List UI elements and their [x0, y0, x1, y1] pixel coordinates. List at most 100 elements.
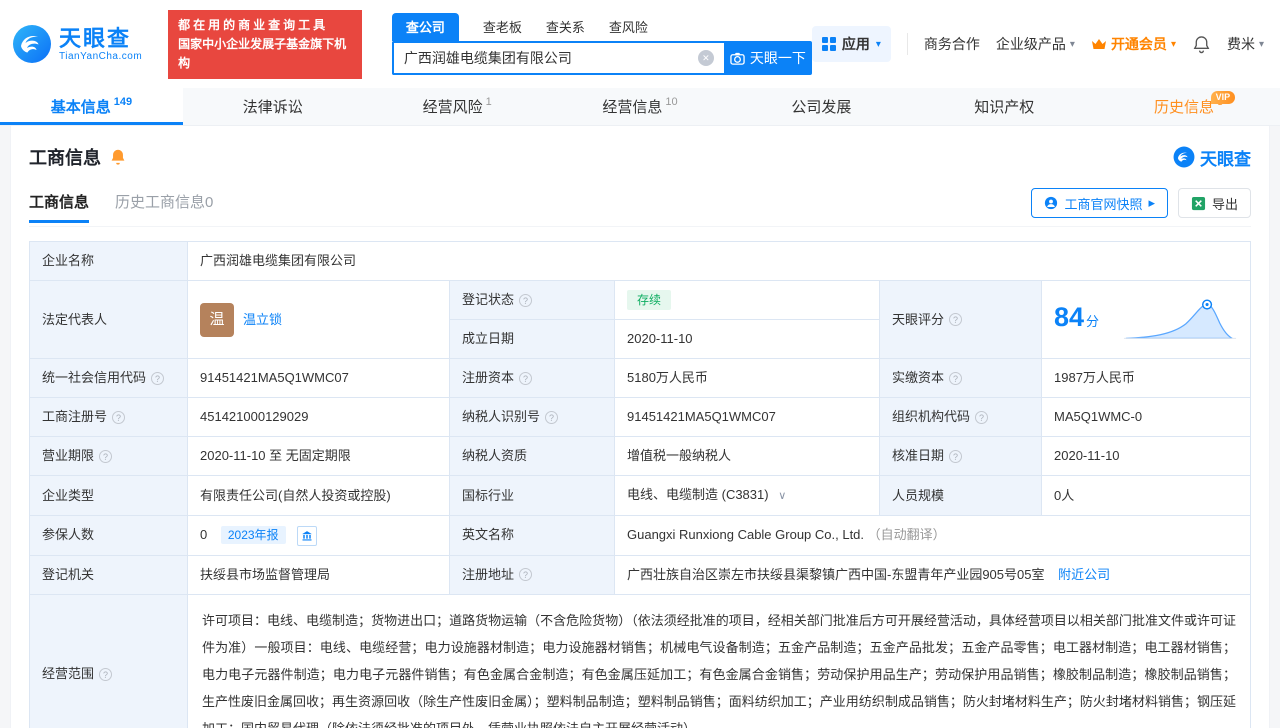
help-icon[interactable]: ?: [949, 372, 962, 385]
caret-down-icon: ▾: [1070, 39, 1075, 50]
tab-operation-info[interactable]: 经营信息10: [549, 88, 732, 125]
tab-basic-info[interactable]: 基本信息149: [0, 88, 183, 125]
search-button-label: 天眼一下: [750, 48, 806, 68]
snapshot-icon: [1044, 196, 1058, 210]
legal-rep-link[interactable]: 温立锁: [243, 310, 282, 330]
section-title: 工商信息: [29, 144, 101, 170]
caret-down-icon: ▾: [876, 39, 881, 50]
table-row: 经营范围 ? 许可项目：电线、电缆制造；货物进出口；道路货物运输（不含危险货物）…: [30, 594, 1251, 728]
user-menu[interactable]: 费米 ▾: [1227, 34, 1264, 54]
table-row: 参保人数 0 2023年报 英文名称 Guangxi Runxiong Cabl…: [30, 516, 1251, 556]
help-icon[interactable]: ?: [519, 568, 532, 581]
annual-report-icon[interactable]: [297, 526, 317, 546]
help-icon[interactable]: ?: [545, 411, 558, 424]
staff-size-value: 0人: [1042, 476, 1251, 516]
search-tab-boss[interactable]: 查老板: [483, 17, 522, 41]
field-label: 组织机构代码 ?: [880, 398, 1042, 437]
username: 费米: [1227, 34, 1255, 54]
field-label: 成立日期: [450, 320, 615, 359]
business-info-table: 企业名称 广西润雄电缆集团有限公司 法定代表人 温 温立锁 登记状态 ? 存续 …: [29, 241, 1251, 728]
apps-menu[interactable]: 应用 ▾: [812, 26, 891, 62]
establish-date-value: 2020-11-10: [615, 320, 880, 359]
search-input[interactable]: [392, 41, 724, 75]
legal-rep-value: 温 温立锁: [188, 281, 450, 359]
nav-open-vip[interactable]: 开通会员 ▾: [1091, 34, 1176, 54]
industry-value: 电线、电缆制造 (C3831) ∨: [615, 476, 880, 516]
field-label: 法定代表人: [30, 281, 188, 359]
vip-badge: VIP: [1211, 91, 1236, 104]
watermark-logo: 天眼查: [1173, 145, 1251, 170]
annual-report-badge[interactable]: 2023年报: [221, 526, 286, 544]
divider: [907, 33, 908, 55]
business-term-value: 2020-11-10 至 无固定期限: [188, 437, 450, 476]
header-nav: 应用 ▾ 商务合作 企业级产品 ▾ 开通会员 ▾ 费米 ▾: [812, 26, 1264, 62]
camera-icon: [730, 51, 745, 66]
nearby-companies-link[interactable]: 附近公司: [1058, 567, 1110, 582]
help-icon[interactable]: ?: [151, 372, 164, 385]
tab-history-info[interactable]: 历史信息3 VIP: [1097, 88, 1280, 125]
subtab-business-info[interactable]: 工商信息: [29, 191, 89, 223]
tianyancha-mini-icon: [1173, 146, 1195, 168]
arrow-right-icon: ▸: [1148, 195, 1155, 211]
field-label: 注册地址 ?: [450, 555, 615, 594]
field-label: 天眼评分 ?: [880, 281, 1042, 359]
subscribe-bell-icon[interactable]: [109, 148, 127, 166]
tab-company-development[interactable]: 公司发展: [731, 88, 914, 125]
help-icon[interactable]: ?: [99, 450, 112, 463]
export-button[interactable]: 导出: [1178, 188, 1251, 218]
help-icon[interactable]: ?: [519, 372, 532, 385]
tab-intellectual-property[interactable]: 知识产权: [914, 88, 1097, 125]
promo-banner: 都在用的商业查询工具 国家中小企业发展子基金旗下机构: [168, 10, 362, 79]
chevron-down-icon[interactable]: ∨: [778, 490, 786, 502]
field-label: 经营范围 ?: [30, 594, 188, 728]
org-code-value: MA5Q1WMC-0: [1042, 398, 1251, 437]
table-row: 登记机关 扶绥县市场监督管理局 注册地址 ? 广西壮族自治区崇左市扶绥县渠黎镇广…: [30, 555, 1251, 594]
search-tab-risk[interactable]: 查风险: [609, 17, 648, 41]
help-icon[interactable]: ?: [99, 668, 112, 681]
table-row: 法定代表人 温 温立锁 登记状态 ? 存续 天眼评分 ? 84分: [30, 281, 1251, 320]
field-label: 注册资本 ?: [450, 359, 615, 398]
apps-label: 应用: [842, 34, 870, 54]
clear-search-icon[interactable]: ✕: [698, 50, 714, 66]
official-snapshot-button[interactable]: 工商官网快照 ▸: [1031, 188, 1168, 218]
caret-down-icon: ▾: [1171, 39, 1176, 50]
english-name-value: Guangxi Runxiong Cable Group Co., Ltd. （…: [615, 516, 1251, 556]
field-label: 企业类型: [30, 476, 188, 516]
score-value: 84: [1054, 302, 1084, 332]
tianyancha-logo-icon: [12, 24, 52, 64]
help-icon[interactable]: ?: [112, 411, 125, 424]
tianyan-score-cell[interactable]: 84分: [1042, 281, 1251, 359]
credit-code-value: 91451421MA5Q1WMC07: [188, 359, 450, 398]
nav-business-cooperation[interactable]: 商务合作: [924, 34, 980, 54]
help-icon[interactable]: ?: [519, 294, 532, 307]
tab-operation-risk[interactable]: 经营风险1: [366, 88, 549, 125]
table-row: 营业期限 ? 2020-11-10 至 无固定期限 纳税人资质 增值税一般纳税人…: [30, 437, 1251, 476]
search-button[interactable]: 天眼一下: [724, 41, 812, 75]
help-icon[interactable]: ?: [949, 313, 962, 326]
field-label: 核准日期 ?: [880, 437, 1042, 476]
legal-rep-avatar[interactable]: 温: [200, 303, 234, 337]
tab-legal-litigation[interactable]: 法律诉讼: [183, 88, 366, 125]
subtab-history-business-info[interactable]: 历史工商信息0: [115, 191, 213, 223]
caret-down-icon: ▾: [1259, 39, 1264, 50]
nav-enterprise-products[interactable]: 企业级产品 ▾: [996, 34, 1075, 54]
top-header: 天眼查 TianYanCha.com 都在用的商业查询工具 国家中小企业发展子基…: [0, 0, 1280, 88]
search-area: 查公司 查老板 查关系 查风险 ✕ 天眼一下: [392, 13, 812, 75]
paid-capital-value: 1987万人民币: [1042, 359, 1251, 398]
search-tab-company[interactable]: 查公司: [392, 13, 459, 41]
tianyancha-logo[interactable]: 天眼查 TianYanCha.com: [12, 24, 142, 64]
field-label: 统一社会信用代码 ?: [30, 359, 188, 398]
field-label: 工商注册号 ?: [30, 398, 188, 437]
crown-icon: [1091, 38, 1107, 50]
help-icon[interactable]: ?: [949, 450, 962, 463]
search-tab-relation[interactable]: 查关系: [546, 17, 585, 41]
reg-authority-value: 扶绥县市场监督管理局: [188, 555, 450, 594]
help-icon[interactable]: ?: [975, 411, 988, 424]
company-name-value: 广西润雄电缆集团有限公司: [188, 242, 1251, 281]
notification-bell-icon[interactable]: [1192, 35, 1211, 54]
logo-domain: TianYanCha.com: [59, 51, 142, 62]
company-type-value: 有限责任公司(自然人投资或控股): [188, 476, 450, 516]
field-label: 国标行业: [450, 476, 615, 516]
field-label: 人员规模: [880, 476, 1042, 516]
table-row: 工商注册号 ? 451421000129029 纳税人识别号 ? 9145142…: [30, 398, 1251, 437]
